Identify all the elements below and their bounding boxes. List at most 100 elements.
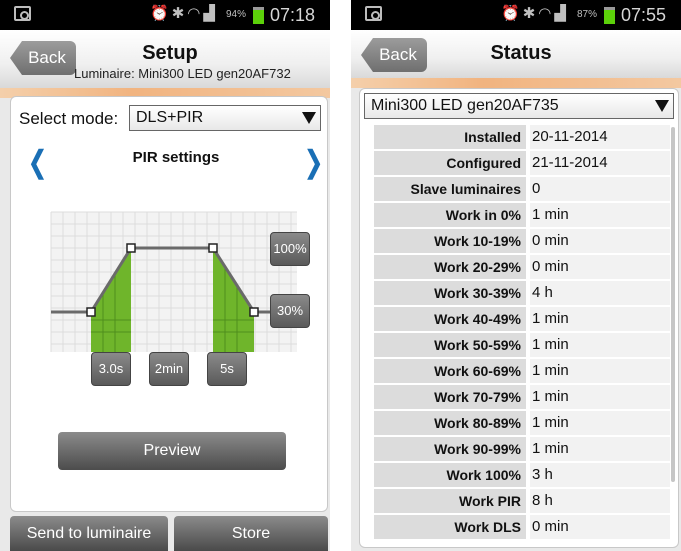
row-label: Work 10-19% — [374, 229, 526, 253]
row-label: Work 100% — [374, 463, 526, 487]
row-value: 20-11-2014 — [530, 125, 670, 149]
row-label: Slave luminaires — [374, 177, 526, 201]
wifi-icon: ◠ — [538, 5, 555, 22]
row-label: Work 90-99% — [374, 437, 526, 461]
row-value: 8 h — [530, 489, 670, 513]
page-title: Status — [490, 42, 552, 64]
battery-percent: 87% — [577, 9, 598, 20]
mode-label: Select mode: — [19, 109, 119, 128]
row-label: Work 30-39% — [374, 281, 526, 305]
luminaire-subtitle: Luminaire: Mini300 LED gen20AF732 — [74, 66, 291, 81]
row-label: Work 40-49% — [374, 307, 526, 331]
status-table: Installed 20-11-2014 Configured 21-11-2014 S… — [374, 125, 670, 541]
row-value: 1 min — [530, 437, 670, 461]
header-accent — [351, 78, 681, 88]
clock: 07:18 — [270, 5, 316, 25]
high-level-button[interactable]: 100% — [270, 232, 310, 266]
row-value: 1 min — [530, 385, 670, 409]
table-row: Slave luminaires 0 — [374, 177, 670, 201]
status-panel: Mini300 LED gen20AF735 Installed 20-11-20… — [359, 88, 679, 548]
status-icons: ⏰✱◠▟ — [150, 4, 218, 22]
table-row: Work 60-69% 1 min — [374, 359, 670, 383]
handle-high-end[interactable] — [208, 243, 218, 253]
fade-out-time-button[interactable]: 5s — [207, 352, 247, 386]
table-row: Work 50-59% 1 min — [374, 333, 670, 357]
bluetooth-icon: ✱ — [522, 5, 539, 22]
row-value: 0 min — [530, 255, 670, 279]
action-bar: Back Setup Luminaire: Mini300 LED gen20A… — [0, 30, 330, 88]
table-row: Work 10-19% 0 min — [374, 229, 670, 253]
table-row: Work 40-49% 1 min — [374, 307, 670, 331]
back-button[interactable]: Back — [10, 41, 76, 75]
battery-icon — [604, 7, 615, 24]
row-value: 0 min — [530, 515, 670, 539]
action-bar: Back Status — [351, 30, 681, 78]
alarm-icon: ⏰ — [501, 5, 523, 22]
row-label: Work 50-59% — [374, 333, 526, 357]
row-value: 1 min — [530, 333, 670, 357]
send-to-luminaire-button[interactable]: Send to luminaire — [10, 516, 168, 551]
store-button[interactable]: Store — [174, 516, 328, 551]
table-row: Work PIR 8 h — [374, 489, 670, 513]
row-value: 1 min — [530, 411, 670, 435]
mode-select[interactable]: DLS+PIR — [129, 105, 321, 131]
row-value: 0 — [530, 177, 670, 201]
bluetooth-icon: ✱ — [171, 5, 188, 22]
setup-screen: ⏰✱◠▟ 94% 07:18 Back Setup Luminaire: Min… — [0, 0, 330, 551]
triangle-down-icon — [302, 112, 316, 124]
table-row: Configured 21-11-2014 — [374, 151, 670, 175]
hold-time-button[interactable]: 2min — [149, 352, 189, 386]
status-bar: ⏰✱◠▟ 94% 07:18 — [0, 0, 330, 30]
row-label: Installed — [374, 125, 526, 149]
graph-grid — [50, 211, 297, 352]
row-label: Work 70-79% — [374, 385, 526, 409]
alarm-icon: ⏰ — [150, 5, 172, 22]
row-value: 4 h — [530, 281, 670, 305]
row-label: Work PIR — [374, 489, 526, 513]
handle-low-end[interactable] — [249, 307, 259, 317]
clock: 07:55 — [621, 5, 667, 25]
row-label: Work 80-89% — [374, 411, 526, 435]
page-title: Setup — [142, 42, 198, 64]
row-value: 0 min — [530, 229, 670, 253]
row-value: 3 h — [530, 463, 670, 487]
luminaire-select[interactable]: Mini300 LED gen20AF735 — [364, 93, 674, 119]
row-value: 21-11-2014 — [530, 151, 670, 175]
row-label: Work 60-69% — [374, 359, 526, 383]
row-label: Work DLS — [374, 515, 526, 539]
table-row: Work 100% 3 h — [374, 463, 670, 487]
battery-percent: 94% — [226, 9, 247, 20]
table-row: Work 80-89% 1 min — [374, 411, 670, 435]
table-row: Work DLS 0 min — [374, 515, 670, 539]
row-value: 1 min — [530, 359, 670, 383]
chevron-right-icon[interactable]: ❭ — [301, 145, 326, 180]
row-label: Work 20-29% — [374, 255, 526, 279]
low-level-button[interactable]: 30% — [270, 294, 310, 328]
image-icon — [365, 6, 382, 21]
preview-button[interactable]: Preview — [58, 432, 286, 470]
wifi-icon: ◠ — [187, 5, 204, 22]
handle-low-start[interactable] — [86, 307, 96, 317]
section-title: PIR settings — [132, 149, 220, 166]
back-button[interactable]: Back — [361, 38, 427, 72]
fade-in-time-button[interactable]: 3.0s — [91, 352, 131, 386]
table-row: Work in 0% 1 min — [374, 203, 670, 227]
scrollbar[interactable] — [671, 127, 675, 482]
status-bar: ⏰✱◠▟ 87% 07:55 — [351, 0, 681, 30]
signal-icon: ▟ — [554, 5, 569, 22]
table-row: Work 20-29% 0 min — [374, 255, 670, 279]
pir-panel: Select mode: DLS+PIR ❬ PIR settings ❭ 10… — [10, 96, 328, 512]
chevron-left-icon[interactable]: ❬ — [25, 145, 50, 180]
signal-icon: ▟ — [203, 5, 218, 22]
mode-value: DLS+PIR — [136, 109, 204, 126]
luminaire-value: Mini300 LED gen20AF735 — [371, 97, 559, 114]
table-row: Work 90-99% 1 min — [374, 437, 670, 461]
handle-high-start[interactable] — [126, 243, 136, 253]
row-label: Work in 0% — [374, 203, 526, 227]
row-value: 1 min — [530, 203, 670, 227]
table-row: Installed 20-11-2014 — [374, 125, 670, 149]
triangle-down-icon — [655, 100, 669, 112]
status-icons: ⏰✱◠▟ — [501, 4, 569, 22]
status-screen: ⏰✱◠▟ 87% 07:55 Back Status Mini300 LED g… — [351, 0, 681, 551]
table-row: Work 30-39% 4 h — [374, 281, 670, 305]
